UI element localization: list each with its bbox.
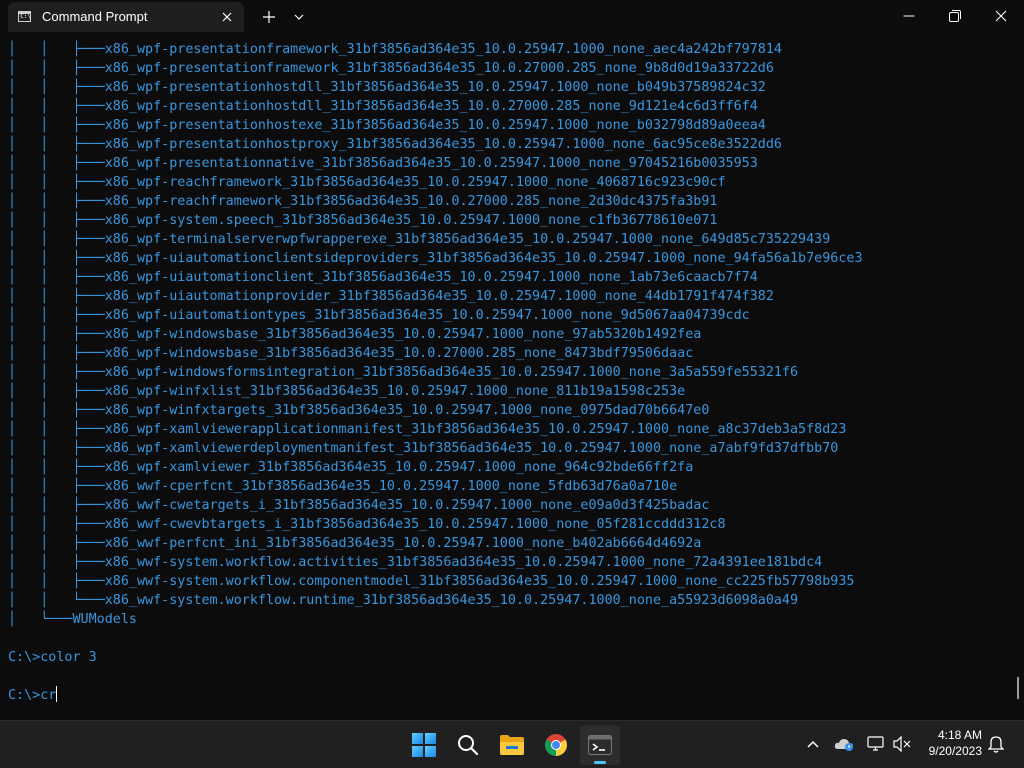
console-line: │ │ ├───x86_wpf-presentationhostproxy_31…: [8, 137, 782, 152]
console-line: C:\>color 3: [8, 650, 97, 665]
close-window-button[interactable]: [978, 0, 1024, 32]
title-bar[interactable]: C:\ Command Prompt: [0, 0, 1024, 33]
close-icon: [222, 12, 232, 22]
console-line: │ │ ├───x86_wpf-reachframework_31bf3856a…: [8, 194, 718, 209]
active-app-indicator: [594, 761, 606, 764]
taskbar: 4:18 AM 9/20/2023: [0, 720, 1024, 768]
tab-command-prompt[interactable]: C:\ Command Prompt: [8, 2, 244, 32]
file-explorer-icon: [500, 735, 524, 755]
close-tab-button[interactable]: [218, 8, 236, 26]
text-cursor: [56, 686, 58, 702]
console-line: │ │ ├───x86_wpf-terminalserverwpfwrapper…: [8, 232, 831, 247]
clock-date: 9/20/2023: [928, 744, 982, 758]
cmd-icon: C:\: [18, 11, 31, 22]
chrome-icon: [545, 734, 567, 756]
notification-center-button[interactable]: [985, 733, 1007, 755]
terminal-button[interactable]: [580, 725, 620, 765]
terminal-icon: [588, 735, 612, 755]
console-line: C:\>cr: [8, 686, 58, 703]
command-prompt-window: C:\ Command Prompt │ │ ├───x86_wpf-prese…: [0, 0, 1024, 720]
scrollbar[interactable]: [1017, 677, 1019, 699]
maximize-icon: [949, 10, 961, 22]
chevron-down-icon: [294, 14, 304, 20]
start-icon: [412, 733, 436, 757]
plus-icon: [263, 11, 275, 23]
system-clock[interactable]: 4:18 AM 9/20/2023: [920, 727, 982, 759]
minimize-icon: [903, 15, 915, 17]
console-line: │ │ ├───x86_wpf-presentationframework_31…: [8, 42, 782, 57]
console-line: │ │ ├───x86_wpf-windowsbase_31bf3856ad36…: [8, 327, 702, 342]
console-line: │ │ ├───x86_wpf-system.speech_31bf3856ad…: [8, 213, 718, 228]
console-line: │ │ ├───x86_wpf-uiautomationclientsidepr…: [8, 251, 863, 266]
clock-time: 4:18 AM: [937, 728, 982, 742]
console-line: │ │ ├───x86_wwf-cwevbtargets_i_31bf3856a…: [8, 517, 726, 532]
console-line: │ │ ├───x86_wpf-winfxlist_31bf3856ad364e…: [8, 384, 686, 399]
console-line: │ │ ├───x86_wpf-reachframework_31bf3856a…: [8, 175, 726, 190]
console-line: │ │ ├───x86_wpf-uiautomationtypes_31bf38…: [8, 308, 750, 323]
console-line: │ │ ├───x86_wwf-system.workflow.componen…: [8, 574, 855, 589]
volume-tray-button[interactable]: [891, 733, 913, 755]
file-explorer-button[interactable]: [492, 725, 532, 765]
new-tab-button[interactable]: [258, 6, 280, 28]
console-line: │ │ ├───x86_wpf-presentationhostdll_31bf…: [8, 80, 766, 95]
console-line: │ │ ├───x86_wpf-presentationframework_31…: [8, 61, 774, 76]
search-button[interactable]: [448, 725, 488, 765]
console-line: │ │ ├───x86_wpf-xamlviewerdeploymentmani…: [8, 441, 839, 456]
network-icon: [867, 736, 884, 751]
console-line: │ │ ├───x86_wpf-presentationhostdll_31bf…: [8, 99, 758, 114]
tab-title: Command Prompt: [42, 9, 148, 24]
console-line: │ │ ├───x86_wpf-presentationnative_31bf3…: [8, 156, 758, 171]
console-line: │ │ ├───x86_wpf-xamlviewer_31bf3856ad364…: [8, 460, 694, 475]
console-line: │ │ ├───x86_wwf-cperfcnt_31bf3856ad364e3…: [8, 479, 678, 494]
notification-bell-icon: [988, 736, 1004, 753]
volume-muted-icon: [893, 736, 911, 752]
console-line: │ └───WUModels: [8, 612, 137, 627]
console-line: │ │ ├───x86_wpf-presentationhostexe_31bf…: [8, 118, 766, 133]
console-line: │ │ ├───x86_wpf-windowsbase_31bf3856ad36…: [8, 346, 694, 361]
start-button[interactable]: [404, 725, 444, 765]
console-line: │ │ └───x86_wwf-system.workflow.runtime_…: [8, 593, 799, 608]
console-line: │ │ ├───x86_wpf-uiautomationprovider_31b…: [8, 289, 774, 304]
network-tray-button[interactable]: [865, 733, 887, 755]
console-line: │ │ ├───x86_wwf-cwetargets_i_31bf3856ad3…: [8, 498, 710, 513]
console-line: │ │ ├───x86_wwf-perfcnt_ini_31bf3856ad36…: [8, 536, 702, 551]
close-icon: [995, 10, 1007, 22]
console-line: │ │ ├───x86_wpf-winfxtargets_31bf3856ad3…: [8, 403, 710, 418]
tab-dropdown-button[interactable]: [289, 6, 309, 28]
onedrive-icon: [834, 739, 853, 751]
console-line: │ │ ├───x86_wpf-xamlviewerapplicationman…: [8, 422, 847, 437]
console-output[interactable]: │ │ ├───x86_wpf-presentationframework_31…: [0, 40, 1016, 718]
chrome-button[interactable]: [536, 725, 576, 765]
maximize-button[interactable]: [932, 0, 978, 32]
onedrive-tray-button[interactable]: [833, 733, 855, 755]
show-hidden-icons-button[interactable]: [802, 733, 824, 755]
console-line: │ │ ├───x86_wpf-windowsformsintegration_…: [8, 365, 799, 380]
chevron-up-icon: [807, 740, 819, 748]
console-line: │ │ ├───x86_wpf-uiautomationclient_31bf3…: [8, 270, 758, 285]
console-line: │ │ ├───x86_wwf-system.workflow.activiti…: [8, 555, 823, 570]
minimize-button[interactable]: [886, 0, 932, 32]
search-icon: [458, 735, 479, 756]
